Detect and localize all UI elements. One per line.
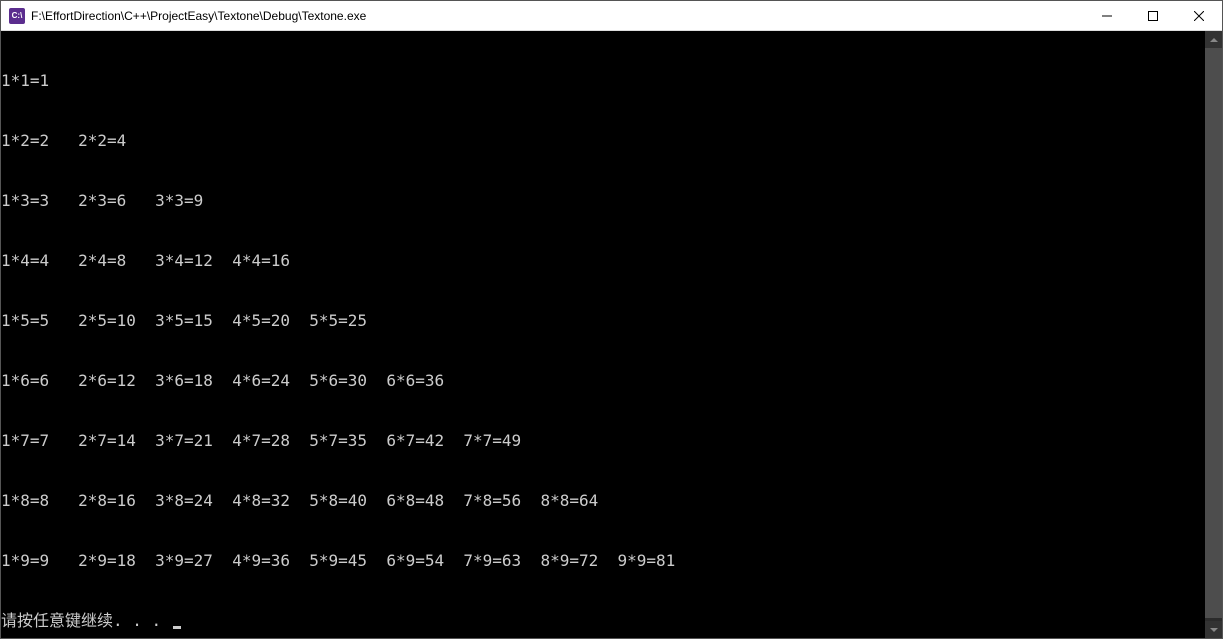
output-line: 1*6=6 2*6=12 3*6=18 4*6=24 5*6=30 6*6=36 [1, 371, 1205, 391]
output-line: 1*7=7 2*7=14 3*7=21 4*7=28 5*7=35 6*7=42… [1, 431, 1205, 451]
app-icon-text: C:\ [12, 11, 23, 20]
scroll-thumb[interactable] [1205, 48, 1222, 618]
maximize-icon [1148, 11, 1158, 21]
output-line: 1*3=3 2*3=6 3*3=9 [1, 191, 1205, 211]
minimize-icon [1102, 11, 1112, 21]
output-line: 1*5=5 2*5=10 3*5=15 4*5=20 5*5=25 [1, 311, 1205, 331]
press-any-key-prompt: 请按任意键继续. . . [1, 611, 171, 630]
cursor [173, 626, 181, 629]
console-window: C:\ F:\EffortDirection\C++\ProjectEasy\T… [0, 0, 1223, 639]
output-line: 1*1=1 [1, 71, 1205, 91]
scroll-up-button[interactable] [1205, 31, 1222, 48]
prompt-line: 请按任意键继续. . . [1, 611, 1205, 631]
window-controls [1084, 1, 1222, 30]
scroll-down-button[interactable] [1205, 621, 1222, 638]
output-line: 1*9=9 2*9=18 3*9=27 4*9=36 5*9=45 6*9=54… [1, 551, 1205, 571]
chevron-down-icon [1210, 628, 1218, 632]
close-icon [1194, 11, 1204, 21]
vertical-scrollbar[interactable] [1205, 31, 1222, 638]
output-line: 1*4=4 2*4=8 3*4=12 4*4=16 [1, 251, 1205, 271]
maximize-button[interactable] [1130, 1, 1176, 30]
minimize-button[interactable] [1084, 1, 1130, 30]
output-line: 1*8=8 2*8=16 3*8=24 4*8=32 5*8=40 6*8=48… [1, 491, 1205, 511]
output-line: 1*2=2 2*2=4 [1, 131, 1205, 151]
titlebar[interactable]: C:\ F:\EffortDirection\C++\ProjectEasy\T… [1, 1, 1222, 31]
app-icon: C:\ [9, 8, 25, 24]
console-output[interactable]: 1*1=1 1*2=2 2*2=4 1*3=3 2*3=6 3*3=9 1*4=… [1, 31, 1205, 638]
content-area: 1*1=1 1*2=2 2*2=4 1*3=3 2*3=6 3*3=9 1*4=… [1, 31, 1222, 638]
close-button[interactable] [1176, 1, 1222, 30]
window-title: F:\EffortDirection\C++\ProjectEasy\Texto… [31, 9, 1084, 23]
chevron-up-icon [1210, 38, 1218, 42]
